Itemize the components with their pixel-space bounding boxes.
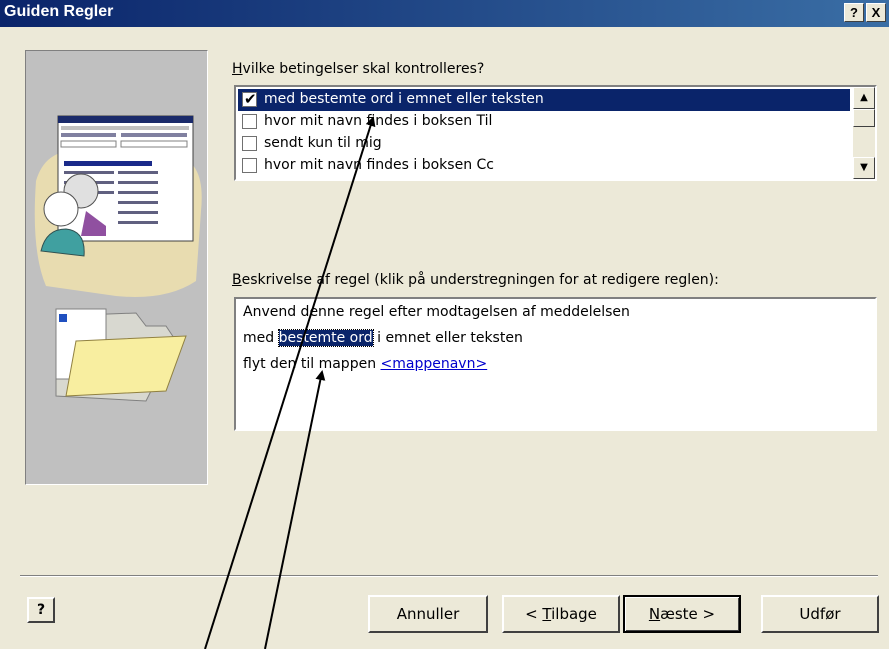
conditions-label-mnemonic: H [232, 61, 243, 77]
condition-text-4: hvor mit navn findes i boksen Cc [264, 157, 494, 173]
condition-item-4[interactable]: hvor mit navn findes i boksen Cc [238, 155, 850, 177]
description-label-rest: eskrivelse af regel (klik på understregn… [241, 272, 719, 288]
description-label-mnemonic: B [232, 272, 242, 288]
conditions-list[interactable]: ✔ med bestemte ord i emnet eller teksten… [234, 85, 877, 181]
back-button-rest: ilbage [551, 605, 597, 623]
scroll-up-button[interactable]: ▲ [853, 87, 875, 109]
condition-checkbox-4[interactable] [242, 158, 257, 173]
folder-name-link[interactable]: <mappenavn> [381, 356, 488, 372]
description-line-3-prefix: flyt den til mappen [243, 356, 381, 372]
description-line-3: flyt den til mappen <mappenavn> [243, 356, 487, 372]
arrow-down-icon: ▼ [860, 162, 868, 173]
description-line-2-prefix: med [243, 330, 279, 346]
title-bar: Guiden Regler ? X [0, 0, 889, 27]
conditions-label-rest: vilke betingelser skal kontrolleres? [242, 61, 485, 77]
description-label: Beskrivelse af regel (klik på understreg… [232, 272, 719, 288]
condition-checkbox-2[interactable] [242, 114, 257, 129]
rule-description-box[interactable]: Anvend denne regel efter modtagelsen af … [234, 297, 877, 431]
description-line-2-suffix: i emnet eller teksten [372, 330, 523, 346]
help-icon: ? [36, 602, 46, 618]
condition-item-3[interactable]: sendt kun til mig [238, 133, 850, 155]
condition-item-1[interactable]: ✔ med bestemte ord i emnet eller teksten [238, 89, 850, 111]
title-help-button[interactable]: ? [844, 3, 864, 22]
next-button[interactable]: Næste > [623, 595, 741, 633]
condition-text-3: sendt kun til mig [264, 135, 382, 151]
button-separator [20, 575, 878, 577]
rules-wizard-dialog: Guiden Regler ? X Hvilke betingelser ska… [0, 0, 889, 649]
back-button[interactable]: < Tilbage [502, 595, 620, 633]
scroll-thumb[interactable] [853, 109, 875, 127]
conditions-label: Hvilke betingelser skal kontrolleres? [232, 61, 484, 77]
condition-item-2[interactable]: hvor mit navn findes i boksen Til [238, 111, 850, 133]
help-button[interactable]: ? [27, 597, 55, 623]
description-line-2: med bestemte ord i emnet eller teksten [243, 329, 523, 347]
cancel-button[interactable]: Annuller [368, 595, 488, 633]
condition-text-2: hvor mit navn findes i boksen Til [264, 113, 493, 129]
next-button-rest: æste > [660, 605, 716, 623]
back-button-prefix: < [525, 605, 543, 623]
checkmark-icon: ✔ [244, 90, 257, 108]
condition-checkbox-3[interactable] [242, 136, 257, 151]
description-line-1: Anvend denne regel efter modtagelsen af … [243, 304, 630, 320]
scroll-down-button[interactable]: ▼ [853, 157, 875, 179]
condition-checkbox-1[interactable]: ✔ [242, 90, 257, 108]
next-button-mnemonic: N [648, 605, 661, 623]
wizard-illustration-graphic [34, 115, 202, 402]
condition-text-1: med bestemte ord i emnet eller teksten [264, 91, 544, 107]
conditions-scrollbar[interactable]: ▲ ▼ [853, 87, 875, 179]
finish-button[interactable]: Udfør [761, 595, 879, 633]
back-button-mnemonic: T [542, 605, 552, 623]
wizard-illustration [25, 50, 208, 485]
window-title: Guiden Regler [4, 3, 114, 20]
arrow-up-icon: ▲ [860, 92, 868, 103]
close-button[interactable]: X [866, 3, 886, 22]
specific-words-link[interactable]: bestemte ord [277, 329, 374, 347]
